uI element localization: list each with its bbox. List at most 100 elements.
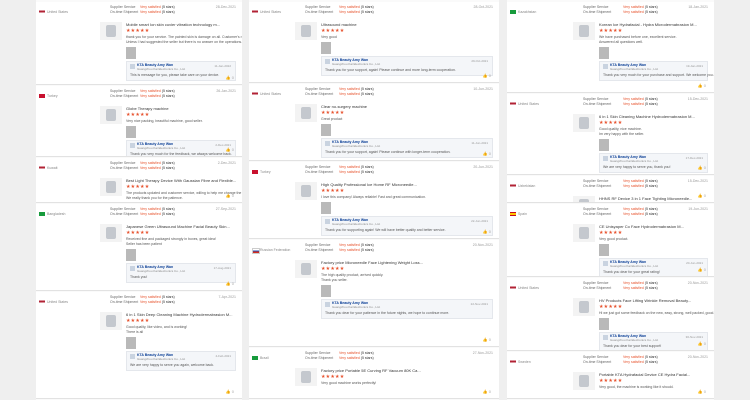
product-title-link[interactable]: High Quality Professional Ice Home RF Mi…	[321, 182, 417, 187]
helpful-button[interactable]: 👍 0	[226, 281, 234, 286]
review-photo[interactable]	[599, 318, 609, 330]
helpful-button[interactable]: 👍 0	[698, 389, 706, 394]
product-thumbnail[interactable]	[295, 368, 317, 386]
review-photo[interactable]	[126, 126, 136, 138]
rating-values: Very satisfied (5 stars) Very satisfied (…	[339, 5, 374, 15]
product-thumbnail[interactable]	[100, 22, 122, 40]
rating-text: Very satisfied	[339, 351, 360, 355]
review-photos[interactable]	[599, 47, 611, 59]
helpful-button[interactable]: 👍 0	[483, 73, 491, 78]
supplier-logo-icon	[130, 354, 135, 359]
product-title-link[interactable]: Portable KTA Hydrafacial Device CE Hydra…	[599, 372, 690, 377]
review-text: Great product	[321, 117, 343, 121]
product-title-link[interactable]: 6 in 1 Skin Cleaning Machine Hydrodermab…	[599, 114, 695, 119]
product-title-link[interactable]: 6 in 1 Skin Deep Cleaning Machine Hydrod…	[126, 312, 233, 317]
review-photos[interactable]	[126, 47, 138, 59]
product-title-link[interactable]: CE Unisyaper Co Face Hydrodermabrasion M…	[599, 224, 684, 229]
review-photos[interactable]	[126, 249, 138, 261]
buyer-country: Brazil	[260, 356, 269, 360]
review-photo[interactable]	[321, 124, 331, 136]
review-photos[interactable]	[321, 42, 333, 54]
product-thumbnail[interactable]	[573, 224, 595, 242]
product-title-link[interactable]: Clear no-surgery machine	[321, 104, 367, 109]
review-photo[interactable]	[126, 337, 136, 349]
review-photos[interactable]	[126, 126, 138, 138]
product-title-link[interactable]: Korean Ice Hydrafacial - Hydra Microderm…	[599, 22, 697, 27]
review-photos[interactable]	[321, 285, 333, 297]
review-card: United States Supplier Service On-time Shi…	[249, 2, 499, 83]
helpful-button[interactable]: 👍 0	[483, 337, 491, 342]
helpful-button[interactable]: 👍 0	[226, 389, 234, 394]
reply-company: Guangzhou Kai Electronics Co., Ltd.	[137, 357, 186, 361]
review-photo[interactable]	[321, 285, 331, 297]
product-thumbnail[interactable]	[295, 182, 317, 200]
review-photo[interactable]	[599, 139, 609, 151]
review-photos[interactable]	[321, 124, 333, 136]
product-thumbnail[interactable]	[295, 22, 317, 40]
product-thumbnail[interactable]	[100, 106, 122, 124]
review-stars: ★★★★★	[126, 112, 150, 118]
helpful-button[interactable]: 👍 0	[698, 267, 706, 272]
review-photo[interactable]	[599, 47, 609, 59]
product-title-link[interactable]: HHNS RF Device 3 in 1 Face Tighting Micr…	[599, 196, 692, 201]
ontime-shipment-label: On-time Shipment	[110, 212, 139, 216]
product-title-link[interactable]: Best Light Therapy Device With Gaussian …	[126, 178, 236, 183]
review-photo[interactable]	[126, 47, 136, 59]
helpful-button[interactable]: 👍 0	[483, 389, 491, 394]
rating-categories: Supplier Service On-time Shipment	[110, 5, 138, 15]
review-header: Kazakhstan Supplier Service On-time Shipme…	[507, 5, 714, 17]
helpful-button[interactable]: 👍 0	[698, 165, 706, 170]
rating-stars-count: (5 stars)	[160, 207, 175, 211]
rating-text: Very satisfied	[623, 212, 644, 216]
product-title-link[interactable]: HV Products Face Lifting Wrinkle Removal…	[599, 298, 691, 303]
product-thumbnail[interactable]	[100, 312, 122, 330]
helpful-button[interactable]: 👍 0	[226, 147, 234, 152]
product-thumbnail[interactable]	[573, 298, 595, 316]
review-photos[interactable]	[599, 318, 611, 330]
rating-values: Very satisfied (5 stars) Very satisfied (…	[140, 89, 175, 99]
review-photo[interactable]	[599, 244, 609, 256]
rating-value: Very satisfied (5 stars)	[140, 10, 175, 15]
product-title-link[interactable]: Globe Therapy machine	[126, 106, 169, 111]
product-title-link[interactable]: Japanese Green Ultrasound Machine Facial…	[126, 224, 230, 229]
rating-categories: Supplier Service On-time Shipment	[583, 97, 611, 107]
helpful-button[interactable]: 👍 0	[698, 341, 706, 346]
rating-categories: Supplier Service On-time Shipment	[110, 89, 138, 99]
helpful-button[interactable]: 👍 0	[226, 193, 234, 198]
product-thumbnail[interactable]	[295, 104, 317, 122]
review-header: Kuwait Supplier Service On-time Shipment Ve…	[36, 161, 242, 173]
helpful-button[interactable]: 👍 0	[698, 83, 706, 88]
review-photos[interactable]	[599, 244, 611, 256]
review-photos[interactable]	[126, 337, 138, 349]
reply-date: 4-Feb-2021	[215, 354, 231, 358]
rating-text: Very satisfied	[623, 281, 644, 285]
product-thumbnail[interactable]	[573, 196, 595, 202]
helpful-button[interactable]: 👍 0	[226, 75, 234, 80]
rating-value: Very satisfied (5 stars)	[623, 102, 658, 107]
ontime-shipment-label: On-time Shipment	[583, 102, 612, 106]
product-thumbnail[interactable]	[573, 114, 595, 132]
product-title-link[interactable]: Factory price Microneedle Face Lightenin…	[321, 260, 423, 265]
review-header: Sweden Supplier Service On-time Shipment Ve…	[507, 355, 714, 367]
review-card: United States Supplier Service On-time Shi…	[507, 94, 714, 175]
review-photos[interactable]	[321, 202, 333, 214]
review-photos[interactable]	[599, 139, 611, 151]
product-title-link[interactable]: Ultrasound machine	[321, 22, 357, 27]
product-title-link[interactable]: Factory price Portable 5E Curving RF Vac…	[321, 368, 421, 373]
helpful-button[interactable]: 👍 0	[483, 151, 491, 156]
product-title-link[interactable]: Mobile smart Ion skin cuvier vibration t…	[126, 22, 220, 27]
review-date: 20-Nov-2021	[472, 243, 493, 247]
helpful-button[interactable]: 👍 0	[698, 193, 706, 198]
review-text: Seller has been patient	[126, 242, 162, 246]
product-thumbnail[interactable]	[295, 260, 317, 278]
review-photo[interactable]	[321, 202, 331, 214]
review-stars: ★★★★★	[126, 318, 150, 324]
product-thumbnail[interactable]	[573, 372, 595, 390]
review-photo[interactable]	[321, 42, 331, 54]
helpful-button[interactable]: 👍 0	[483, 229, 491, 234]
buyer-country: United States	[518, 102, 540, 106]
review-photo[interactable]	[126, 249, 136, 261]
product-thumbnail[interactable]	[100, 178, 122, 196]
product-thumbnail[interactable]	[100, 224, 122, 242]
product-thumbnail[interactable]	[573, 22, 595, 40]
